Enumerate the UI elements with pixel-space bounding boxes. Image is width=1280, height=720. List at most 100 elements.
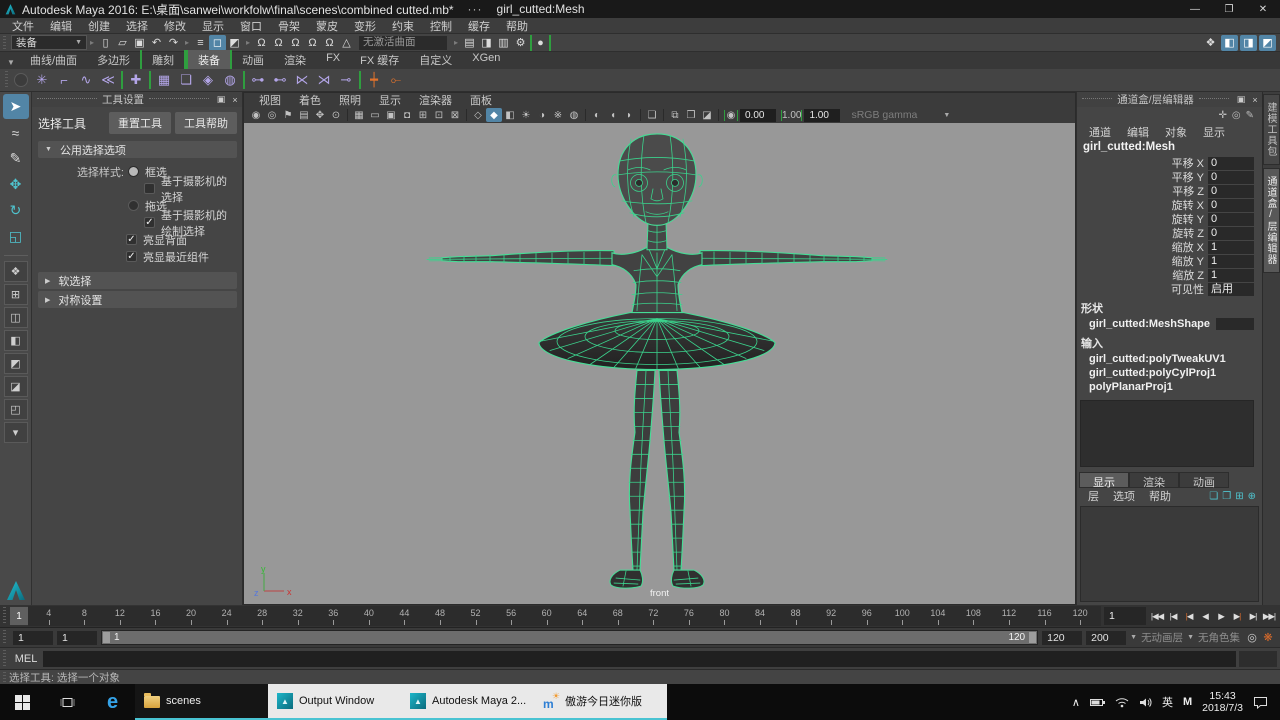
smooth-bind-icon[interactable]: ◈ [197,70,219,90]
group-separator-icon[interactable]: ▸ [182,38,192,47]
copy-skin-weights-icon[interactable]: ❏ [175,70,197,90]
speaker-icon[interactable] [1139,697,1152,708]
group-separator-icon[interactable]: ▸ [243,38,253,47]
group-separator-icon[interactable]: ▸ [87,38,97,47]
tool-help-button[interactable]: 工具帮助 [175,112,237,134]
menu-set-dropdown[interactable]: 装备 ▼ [11,35,87,50]
section-symmetry[interactable]: ▶ 对称设置 [38,291,237,308]
channel-value-field[interactable]: 1 [1208,241,1254,254]
restore-button[interactable]: ❐ [1212,0,1246,18]
drag-radio[interactable] [128,200,139,211]
playback-end-field[interactable]: 120 [1042,631,1082,645]
shape-node-name[interactable]: girl_cutted:MeshShape [1077,317,1210,331]
select-component-icon[interactable]: ◩ [226,35,243,51]
animation-preferences-button[interactable]: ❋ [1260,631,1276,644]
scale-tool[interactable]: ◱ [3,224,29,249]
manipulator-axis-icon[interactable]: ✛ [1218,110,1226,121]
shelf-options-icon[interactable] [14,73,28,87]
occlusion-icon[interactable]: ※ [550,108,566,122]
viewport-menu-item[interactable]: 着色 [290,92,330,108]
aim-constraint-icon[interactable]: ⋊ [313,70,335,90]
selected-object-name[interactable]: girl_cutted:Mesh [1077,139,1262,156]
add-layer-from-selected-icon[interactable]: ❐ [1222,491,1231,502]
sidebar-tab[interactable]: 通道盒/层编辑器 [1263,168,1280,273]
play-forwards-button[interactable]: ▶ [1213,608,1229,625]
sidebar-tab[interactable]: 建模工具包 [1263,94,1280,165]
go-to-end-button[interactable]: ▶▶| [1261,608,1277,625]
safe-action-icon[interactable]: ⊡ [431,108,447,122]
anim-layer-dropdown[interactable]: ▼ 无动画层 [1130,630,1183,645]
paint-select-tool[interactable]: ✎ [3,146,29,171]
ik-spline-handle-icon[interactable]: ∿ [75,70,97,90]
channel-name[interactable]: 可见性 [1077,281,1208,297]
ime-language-indicator[interactable]: 英 [1162,694,1173,710]
command-input[interactable] [43,651,1236,667]
drag-handle[interactable] [149,98,209,102]
channel-value-field[interactable]: 0 [1208,171,1254,184]
task-view-button[interactable] [45,684,90,720]
menu-item[interactable]: 控制 [422,18,460,34]
girl-mesh-wireframe[interactable] [244,123,1075,604]
channel-value-field[interactable]: 0 [1208,185,1254,198]
set-driven-key-icon[interactable]: ⟜ [385,70,407,90]
drag-handle[interactable] [37,98,97,102]
highlight-backfaces-checkbox[interactable]: ✓ [126,234,137,245]
motion-blur-icon[interactable]: ◍ [566,108,582,122]
insert-joint-tool-icon[interactable]: ≪ [97,70,119,90]
layer-list[interactable] [1080,506,1259,602]
channel-value-field[interactable]: 0 [1208,227,1254,240]
taskbar-app-maxthon[interactable]: 傲游今日迷你版 [534,684,667,720]
edge-browser-button[interactable]: e [90,684,135,720]
menu-item[interactable]: 选择 [118,18,156,34]
float-panel-icon[interactable]: ▣ [214,94,228,105]
wifi-icon[interactable] [1115,697,1129,708]
modeling-toolkit-toggle[interactable]: ❖ [1202,35,1219,51]
xray-icon[interactable]: ◖ [605,108,621,122]
menu-item[interactable]: 变形 [346,18,384,34]
shelf-menu-icon[interactable]: ▼ [2,58,20,69]
orient-constraint-icon[interactable]: ⋉ [291,70,313,90]
layer-editor-tab[interactable]: 显示 [1079,472,1129,488]
save-scene-icon[interactable]: ▣ [131,35,148,51]
channel-value-field[interactable]: 1 [1208,269,1254,282]
statusline-grip[interactable] [1,36,8,49]
viewport-menu-item[interactable]: 渲染器 [410,92,461,108]
input-node-name[interactable]: girl_cutted:polyTweakUV1 [1077,352,1262,366]
snap-to-point-icon[interactable]: Ω [287,35,304,51]
interactive-bind-icon[interactable]: ◍ [219,70,241,90]
layout-persp-panel-button[interactable]: ◧ [4,330,28,351]
camera-based-paint-checkbox[interactable]: ✓ [144,217,155,228]
clock[interactable]: 15:43 2018/7/3 [1202,690,1243,714]
open-scene-icon[interactable]: ▱ [114,35,131,51]
move-tool[interactable]: ✥ [3,172,29,197]
channel-value-field[interactable]: 0 [1208,157,1254,170]
paint-skin-weights-icon[interactable]: ▦ [153,70,175,90]
pane-snapshot-icon[interactable]: ❒ [683,108,699,122]
shelf-grip[interactable] [3,71,10,89]
shadows-icon[interactable]: ◑ [534,108,550,122]
parent-constraint-icon[interactable]: ⊶ [247,70,269,90]
ime-mode-indicator[interactable]: M [1183,696,1192,708]
menu-item[interactable]: 缓存 [460,18,498,34]
shelf-tab[interactable]: FX 缓存 [350,50,409,69]
current-time-field[interactable]: 1 [1104,607,1146,625]
marquee-radio[interactable] [128,166,139,177]
color-mode-dropdown[interactable]: sRGB gamma ▼ [851,109,950,121]
close-panel-icon[interactable]: × [228,95,242,105]
taskbar-app-scenes[interactable]: scenes [135,684,268,720]
field-chart-icon[interactable]: ⊞ [415,108,431,122]
viewport-menu-item[interactable]: 面板 [461,92,501,108]
copy-layer-icon[interactable]: ⊞ [1235,491,1243,502]
textured-icon[interactable]: ◧ [502,108,518,122]
section-common-selection[interactable]: ▼ 公用选择选项 [38,141,237,158]
group-separator-icon[interactable]: ▸ [451,38,461,47]
menu-item[interactable]: 骨架 [270,18,308,34]
menu-item[interactable]: 蒙皮 [308,18,346,34]
close-button[interactable]: ✕ [1246,0,1280,18]
safe-title-icon[interactable]: ⊠ [447,108,463,122]
channel-value-field[interactable]: 0 [1208,199,1254,212]
layout-persp-graph-button[interactable]: ◩ [4,353,28,374]
step-forward-key-button[interactable]: ▶| [1229,608,1245,625]
edit-pencil-icon[interactable]: ✎ [1246,110,1254,121]
menu-item[interactable]: 显示 [194,18,232,34]
